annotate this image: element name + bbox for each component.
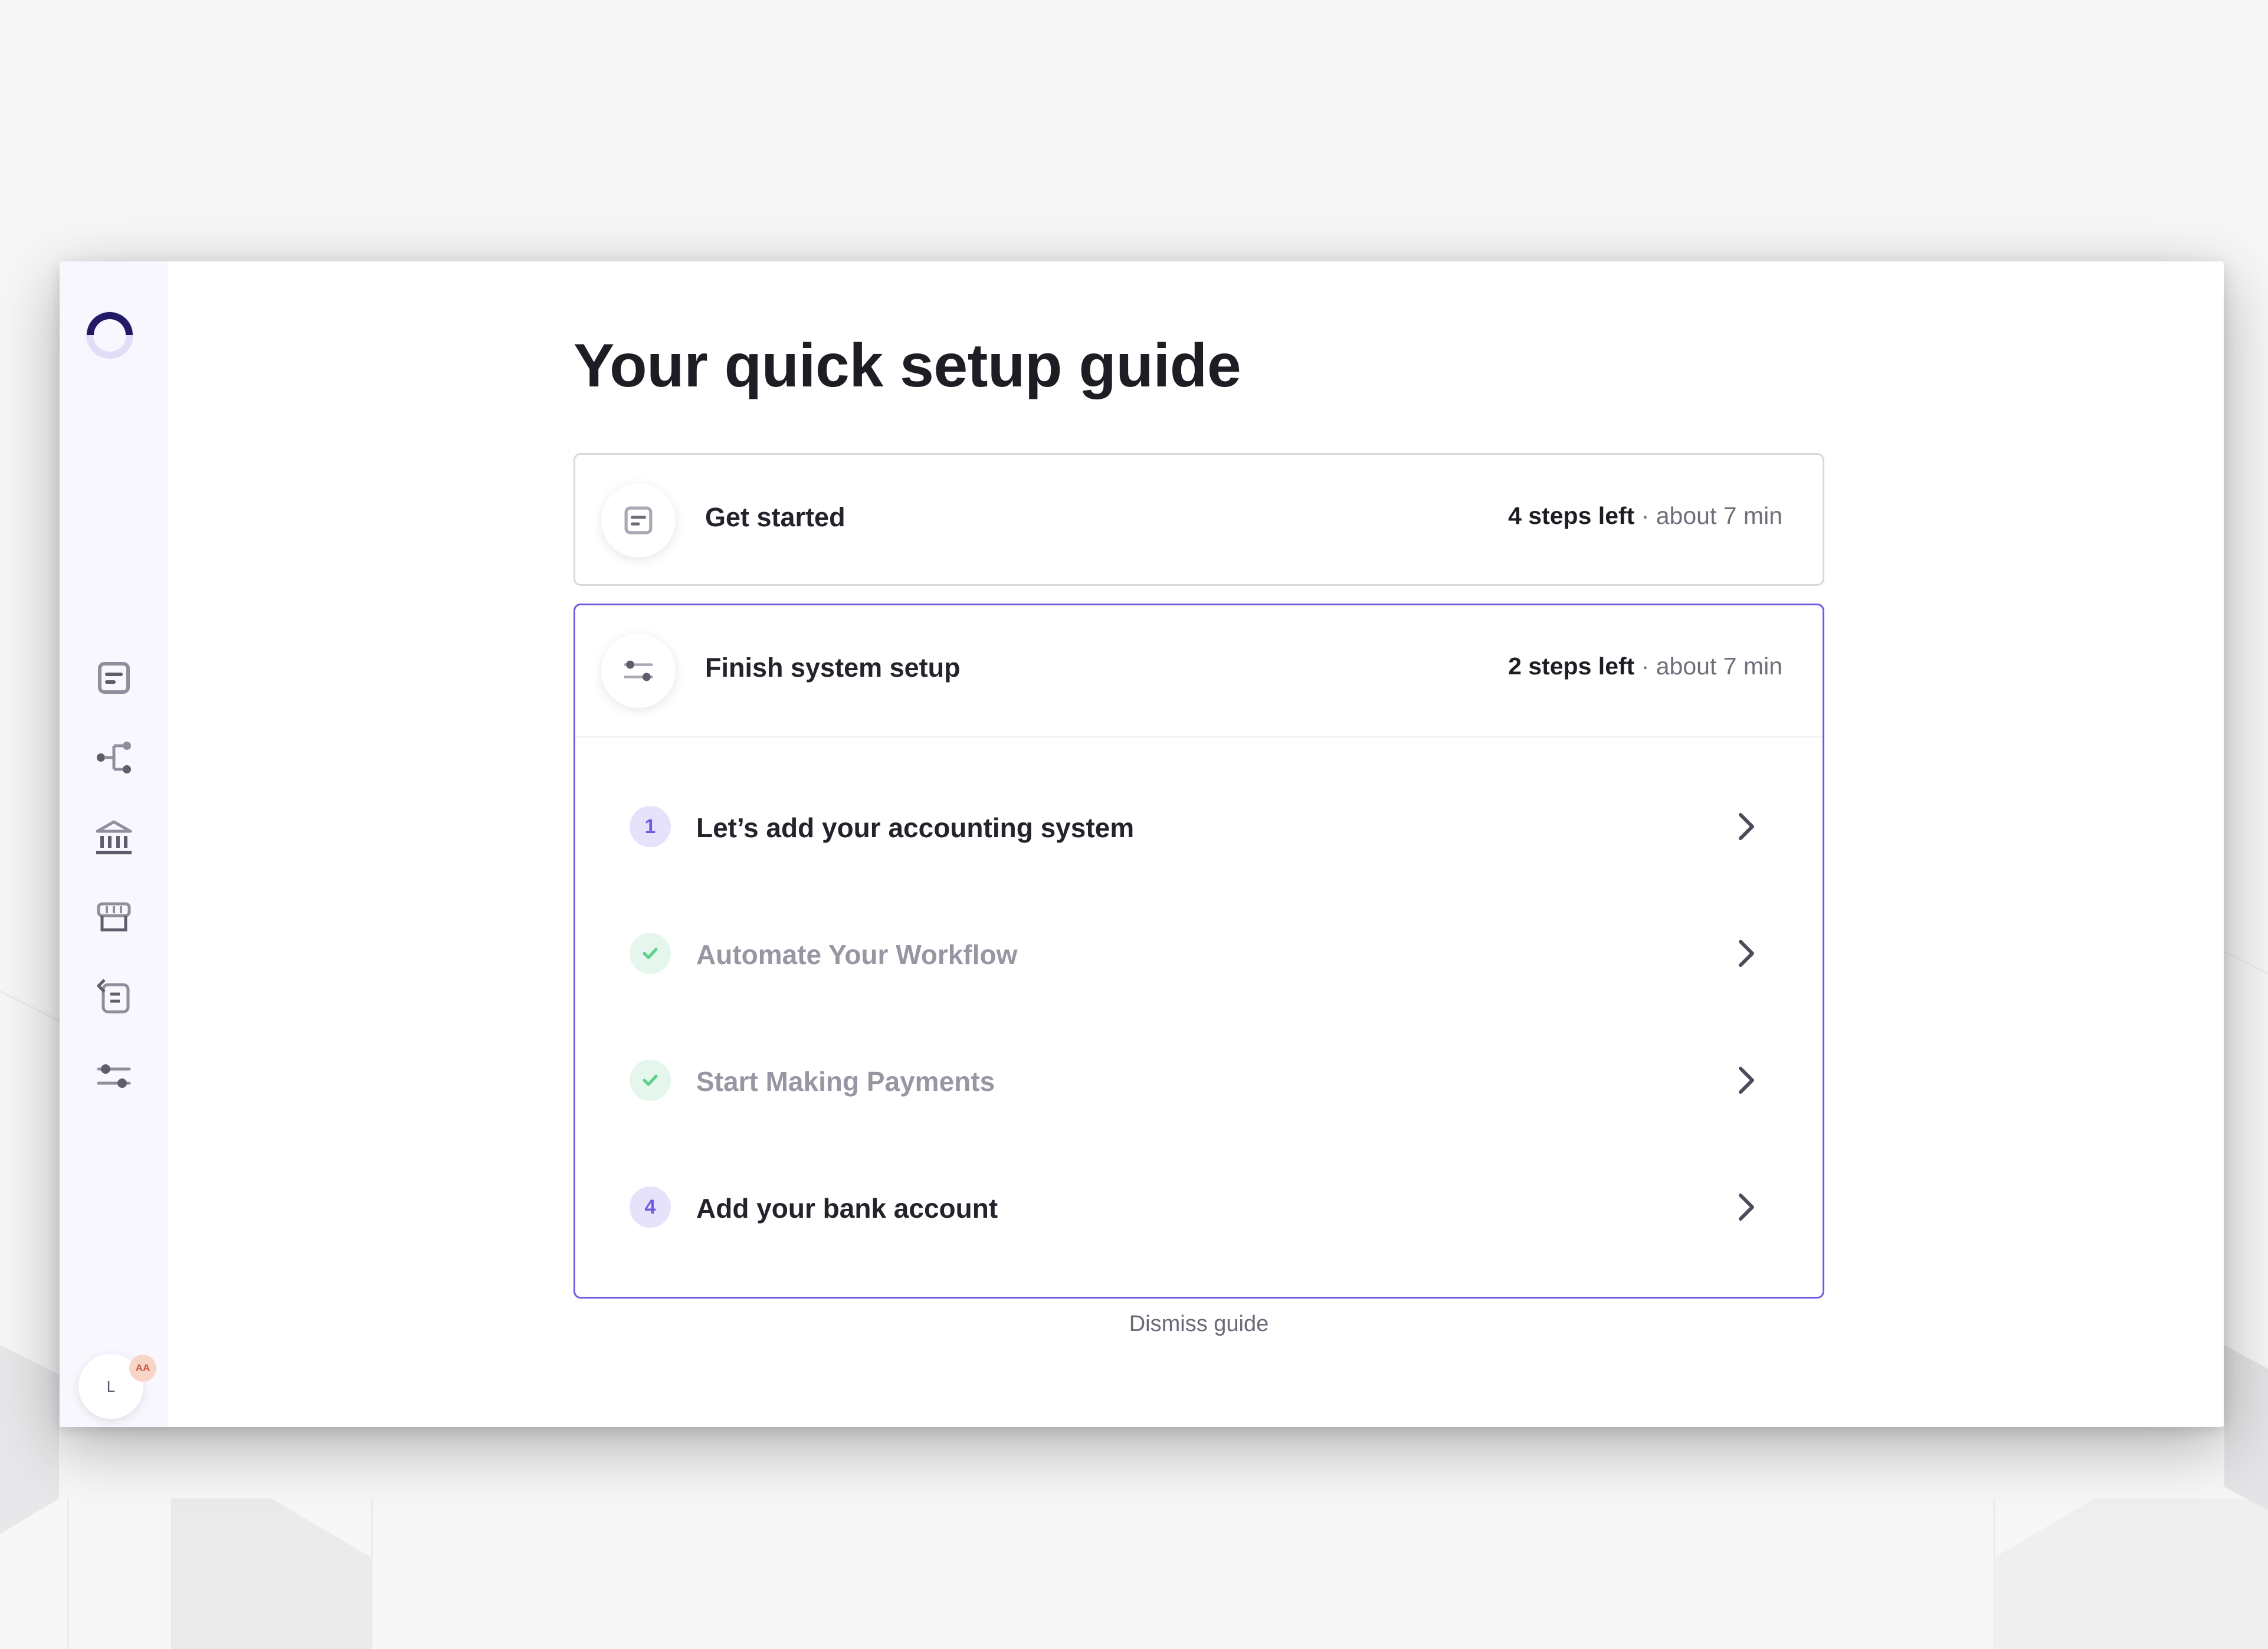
steps-left: 2 steps left bbox=[1508, 653, 1635, 680]
check-icon bbox=[643, 1074, 658, 1086]
card-meta: 2 steps left · about 7 min bbox=[1508, 653, 1782, 680]
step-item[interactable]: Automate Your Workflow bbox=[575, 886, 1823, 1012]
duration: · about 7 min bbox=[1634, 502, 1782, 529]
step-check-badge bbox=[630, 1060, 671, 1101]
sidebar-item-settings[interactable] bbox=[91, 1054, 136, 1099]
chevron-right-icon bbox=[1739, 1194, 1754, 1221]
card-header[interactable]: Finish system setup 2 steps left · about… bbox=[575, 605, 1823, 736]
step-label: Let’s add your accounting system bbox=[696, 812, 1135, 843]
step-item[interactable]: 4 Add your bank account bbox=[575, 1139, 1823, 1266]
dismiss-guide-link[interactable]: Dismiss guide bbox=[573, 1312, 1824, 1337]
card-title: Finish system setup bbox=[705, 653, 961, 683]
inbox-icon bbox=[97, 902, 131, 932]
chevron-right-icon bbox=[1739, 813, 1754, 840]
workflow-icon bbox=[97, 742, 131, 773]
card-finish-system-setup[interactable]: Finish system setup 2 steps left · about… bbox=[573, 604, 1824, 1299]
logo-icon[interactable] bbox=[84, 310, 135, 360]
steps-left: 4 steps left bbox=[1508, 502, 1635, 529]
chevron-right-icon bbox=[1739, 940, 1754, 967]
step-check-badge bbox=[630, 933, 671, 974]
step-item[interactable]: 1 Let’s add your accounting system bbox=[575, 759, 1823, 886]
card-title: Get started bbox=[705, 502, 845, 532]
bank-icon bbox=[96, 820, 132, 854]
card-get-started[interactable]: Get started 4 steps left · about 7 min bbox=[573, 453, 1824, 586]
duration: · about 7 min bbox=[1634, 653, 1782, 680]
step-number-badge: 1 bbox=[630, 806, 671, 847]
sidebar-item-bank[interactable] bbox=[91, 815, 136, 860]
card-header[interactable]: Get started 4 steps left · about 7 min bbox=[575, 455, 1823, 586]
step-label: Automate Your Workflow bbox=[696, 939, 1018, 970]
chevron-right-icon bbox=[1739, 1067, 1754, 1094]
sidebar: L AA bbox=[60, 261, 168, 1427]
app-window: L AA Your quick setup guide Get started … bbox=[60, 261, 2224, 1427]
sidebar-item-document[interactable] bbox=[91, 655, 136, 700]
step-label: Add your bank account bbox=[696, 1193, 998, 1224]
sidebar-item-inbox[interactable] bbox=[91, 894, 136, 939]
card-meta: 4 steps left · about 7 min bbox=[1508, 502, 1782, 530]
avatar-badge: AA bbox=[129, 1355, 156, 1382]
step-number-badge: 4 bbox=[630, 1186, 671, 1228]
step-item[interactable]: Start Making Payments bbox=[575, 1012, 1823, 1139]
sliders-icon bbox=[97, 1064, 131, 1088]
sidebar-item-workflow[interactable] bbox=[91, 735, 136, 780]
main-content: Your quick setup guide Get started 4 ste… bbox=[168, 261, 2224, 1427]
document-icon bbox=[98, 662, 130, 694]
sidebar-item-returns[interactable] bbox=[91, 974, 136, 1019]
document-icon bbox=[601, 483, 676, 558]
avatar-initial: L bbox=[106, 1377, 116, 1395]
sliders-icon bbox=[601, 634, 676, 708]
check-icon bbox=[643, 948, 658, 959]
step-label: Start Making Payments bbox=[696, 1066, 995, 1097]
page-title: Your quick setup guide bbox=[573, 332, 1241, 400]
returns-icon bbox=[97, 979, 130, 1014]
